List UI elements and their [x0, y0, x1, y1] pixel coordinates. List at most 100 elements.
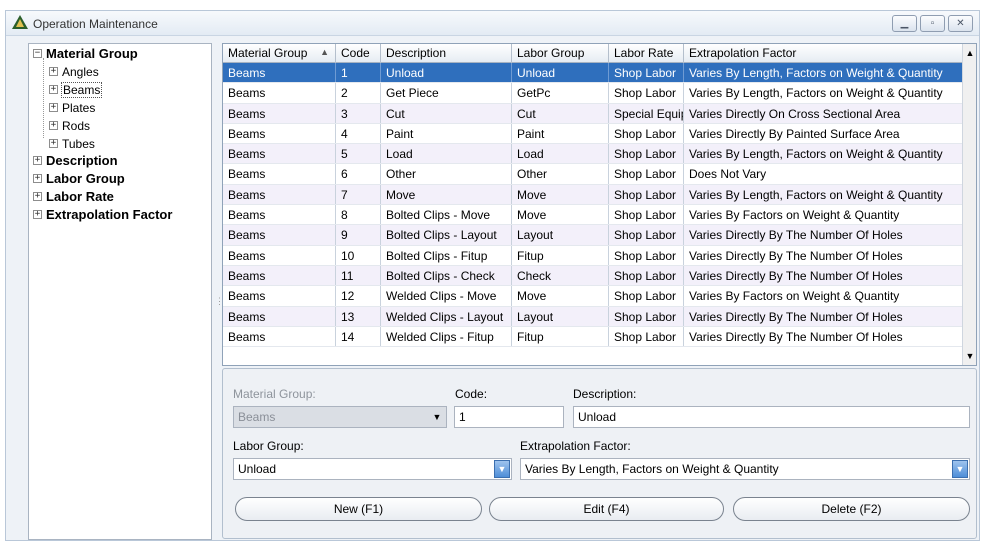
table-cell: Paint — [381, 123, 512, 144]
splitter-handle[interactable]: ⋮ — [215, 296, 224, 306]
column-header-extrapolation-factor[interactable]: Extrapolation Factor — [684, 44, 963, 63]
table-cell: 5 — [336, 144, 381, 164]
app-logo-icon — [12, 15, 28, 29]
table-cell: Welded Clips - Fitup — [381, 326, 512, 347]
tree-node-beams[interactable]: + Beams — [49, 81, 103, 98]
table-row[interactable]: Beams 14 Welded Clips - Fitup Fitup Shop Lab… — [223, 326, 963, 348]
table-row[interactable]: Beams 11 Bolted Clips - Check Check Shop Lab… — [223, 265, 963, 287]
expand-icon[interactable]: + — [33, 192, 42, 201]
expand-icon[interactable]: + — [49, 121, 58, 130]
close-icon[interactable]: ✕ — [948, 15, 973, 32]
table-row[interactable]: Beams 12 Welded Clips - Move Move Shop Labor… — [223, 286, 963, 307]
table-cell: GetPc — [512, 83, 609, 103]
expand-icon[interactable]: + — [49, 103, 58, 112]
table-cell: Bolted Clips - Check — [381, 265, 512, 286]
scroll-thumb[interactable] — [964, 61, 975, 101]
grid-header: Material Group ▲ Code Description Labor … — [223, 44, 963, 63]
tree-node-tubes[interactable]: + Tubes — [49, 135, 95, 152]
table-cell: Varies Directly By The Number Of Holes — [684, 265, 963, 286]
scroll-up-icon[interactable]: ▲ — [963, 45, 976, 61]
table-row[interactable]: Beams 9 Bolted Clips - Layout Layout Shop La… — [223, 225, 963, 246]
expand-icon[interactable]: + — [49, 67, 58, 76]
tree-node-material-group[interactable]: − Material Group — [33, 45, 138, 62]
table-cell: Varies By Length, Factors on Weight & Qu… — [684, 184, 963, 205]
table-cell: Load — [381, 144, 512, 164]
table-cell: Layout — [512, 306, 609, 326]
expand-icon[interactable]: + — [33, 156, 42, 165]
table-cell: Layout — [512, 225, 609, 245]
tree-node-rods[interactable]: + Rods — [49, 117, 90, 134]
table-cell: Beams — [223, 63, 336, 83]
table-cell: Varies By Length, Factors on Weight & Qu… — [684, 144, 963, 164]
table-cell: Move — [512, 184, 609, 205]
table-row[interactable]: Beams 1 Unload Unload Shop Labor Varies By Le… — [223, 63, 963, 84]
expand-icon[interactable]: + — [49, 139, 58, 148]
scroll-down-icon[interactable]: ▼ — [963, 348, 976, 364]
grid-vertical-scrollbar[interactable]: ▲ ▼ — [962, 44, 976, 365]
table-cell: Shop Labor — [609, 245, 684, 265]
extrapolation-factor-label: Extrapolation Factor: — [520, 439, 631, 453]
column-header-description[interactable]: Description — [381, 44, 512, 63]
tree-node-angles[interactable]: + Angles — [49, 63, 99, 80]
table-row[interactable]: Beams 8 Bolted Clips - Move Move Shop Labor V… — [223, 205, 963, 226]
table-row[interactable]: Beams 7 Move Move Shop Labor Varies By Length… — [223, 184, 963, 206]
table-cell: Beams — [223, 205, 336, 225]
table-row[interactable]: Beams3CutCutSpecial EquipmentVaries Dire… — [223, 103, 963, 124]
table-cell: 12 — [336, 286, 381, 306]
tree-node-extrapolation-factor[interactable]: + Extrapolation Factor — [33, 206, 172, 223]
code-field[interactable]: 1 — [454, 406, 564, 428]
tree-node-labor-group[interactable]: + Labor Group — [33, 170, 125, 187]
material-group-combo: Beams ▼ — [233, 406, 447, 428]
table-cell: Varies Directly By The Number Of Holes — [684, 245, 963, 265]
table-cell: Beams — [223, 184, 336, 205]
material-group-label: Material Group: — [233, 387, 316, 401]
table-row[interactable]: Beams 10 Bolted Clips - Fitup Fitup Shop Lab… — [223, 245, 963, 266]
table-cell: Fitup — [512, 245, 609, 265]
table-row[interactable]: Beams 4 Paint Paint Shop Labor Varies Directl… — [223, 123, 963, 145]
extrapolation-factor-combo[interactable]: Varies By Length, Factors on Weight & Qu… — [520, 458, 970, 480]
description-label: Description: — [573, 387, 637, 401]
table-cell: Beams — [223, 286, 336, 306]
labor-group-combo[interactable]: Unload ▼ — [233, 458, 512, 480]
table-cell: Cut — [381, 103, 512, 123]
column-header-code[interactable]: Code — [336, 44, 381, 63]
maximize-icon[interactable]: ▫ — [920, 15, 945, 32]
tree-node-labor-rate[interactable]: + Labor Rate — [33, 188, 114, 205]
table-cell: Welded Clips - Layout — [381, 306, 512, 326]
column-header-labor-group[interactable]: Labor Group — [512, 44, 609, 63]
dropdown-arrow-icon[interactable]: ▼ — [494, 460, 510, 478]
new-button[interactable]: New (F1) — [235, 497, 482, 521]
expand-icon[interactable]: + — [33, 210, 42, 219]
delete-button[interactable]: Delete (F2) — [733, 497, 970, 521]
column-header-labor-rate[interactable]: Labor Rate — [609, 44, 684, 63]
column-header-material-group[interactable]: Material Group ▲ — [223, 44, 336, 63]
table-cell: Check — [512, 265, 609, 286]
operation-maintenance-window: Operation Maintenance ▁ ▫ ✕ − Material G… — [5, 10, 980, 541]
description-field[interactable]: Unload — [573, 406, 970, 428]
table-row[interactable]: Beams 5 Load Load Shop Labor Varies By Length… — [223, 144, 963, 165]
expand-icon[interactable]: + — [33, 174, 42, 183]
dropdown-arrow-icon[interactable]: ▼ — [952, 460, 968, 478]
table-row[interactable]: Beams 13 Welded Clips - Layout Layout Shop L… — [223, 306, 963, 327]
tree-node-description[interactable]: + Description — [33, 152, 118, 169]
table-row[interactable]: Beams 6 Other Other Shop Labor Does Not Vary — [223, 164, 963, 185]
expand-icon[interactable]: + — [49, 85, 58, 94]
table-cell: Special Equipment — [609, 103, 684, 123]
table-cell: Shop Labor — [609, 265, 684, 286]
collapse-icon[interactable]: − — [33, 49, 42, 58]
table-cell: Unload — [512, 63, 609, 83]
table-cell: Shop Labor — [609, 225, 684, 245]
table-cell: Move — [512, 205, 609, 225]
table-cell: Welded Clips - Move — [381, 286, 512, 306]
table-cell: 10 — [336, 245, 381, 265]
edit-button[interactable]: Edit (F4) — [489, 497, 724, 521]
grid-body: Beams 1 Unload Unload Shop Labor Varies By Le… — [223, 63, 963, 365]
table-cell: Beams — [223, 245, 336, 265]
tree-node-plates[interactable]: + Plates — [49, 99, 95, 116]
table-cell: 9 — [336, 225, 381, 245]
table-row[interactable]: Beams 2 Get Piece GetPc Shop Labor Varies By … — [223, 83, 963, 104]
table-cell: Beams — [223, 164, 336, 184]
minimize-icon[interactable]: ▁ — [892, 15, 917, 32]
table-cell: Fitup — [512, 326, 609, 347]
window-controls: ▁ ▫ ✕ — [892, 15, 973, 32]
